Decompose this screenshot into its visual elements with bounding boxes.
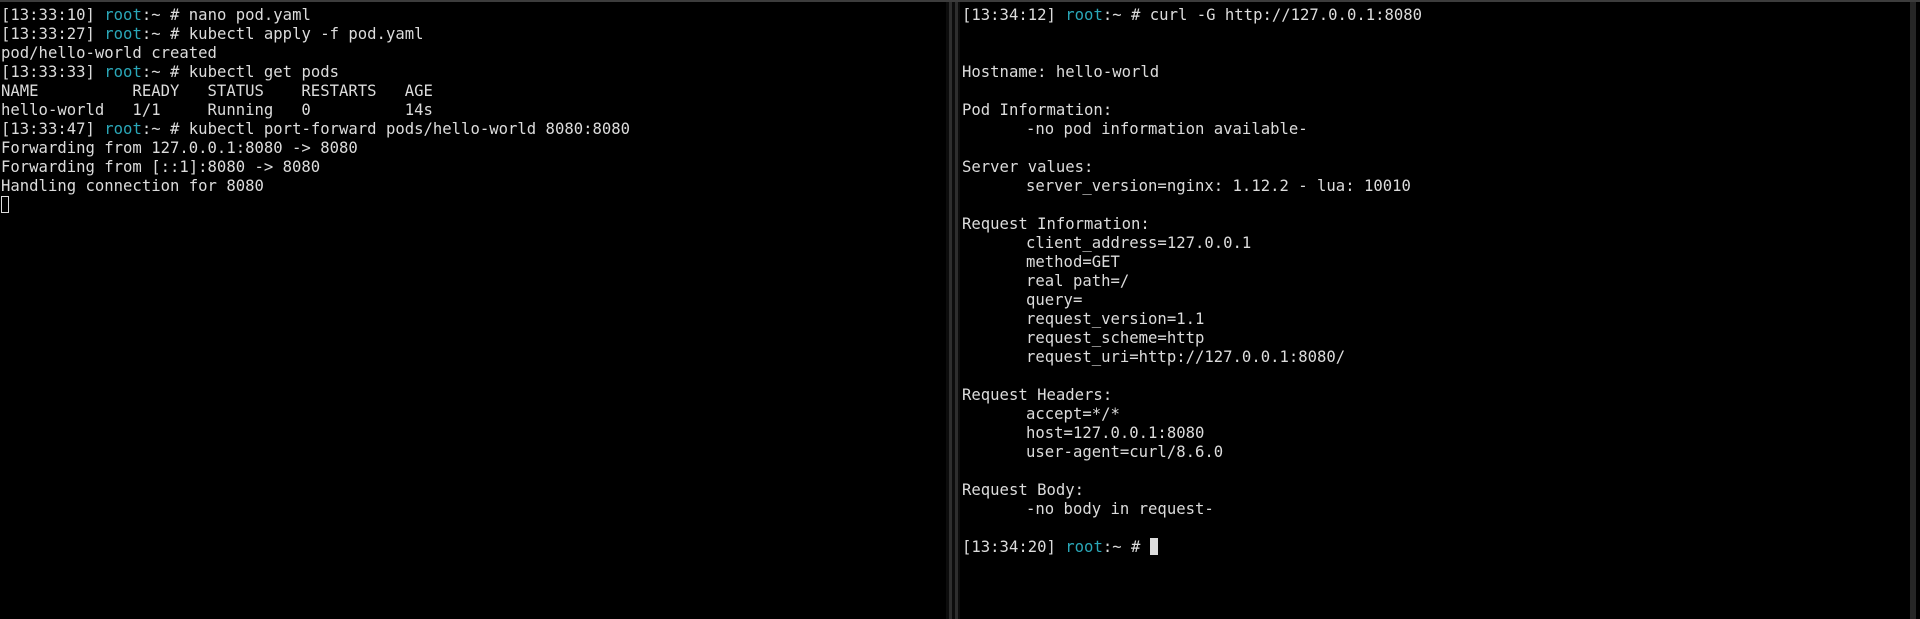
request-info-item: request_uri=http://127.0.0.1:8080/: [1026, 348, 1346, 366]
prompt-line: [13:33:33] root:~ # kubectl get pods: [1, 63, 630, 82]
prompt-line: [13:33:10] root:~ # nano pod.yaml: [1, 6, 630, 25]
prompt-user: root: [1065, 538, 1103, 556]
section-value: request_version=1.1: [962, 310, 1422, 329]
terminal-cursor[interactable]: [1149, 538, 1158, 555]
section-value: real path=/: [962, 272, 1422, 291]
prompt-user: root: [104, 63, 142, 81]
cursor-line: [1, 196, 630, 215]
prompt-separator: :~ #: [1102, 6, 1150, 24]
terminal-pane-left[interactable]: [13:33:10] root:~ # nano pod.yaml [13:33…: [0, 2, 946, 619]
command-text: curl -G http://127.0.0.1:8080: [1149, 6, 1423, 24]
pods-table-header: NAME READY STATUS RESTARTS AGE: [1, 82, 433, 100]
request-info-item: method=GET: [1026, 253, 1120, 271]
prompt-timestamp: [13:33:10]: [1, 6, 95, 24]
section-value: query=: [962, 291, 1422, 310]
section-value: client_address=127.0.0.1: [962, 234, 1422, 253]
pods-table-row: hello-world 1/1 Running 0 14s: [1, 101, 433, 119]
prompt-line: [13:34:12] root:~ # curl -G http://127.0…: [962, 6, 1422, 25]
hostname-line: Hostname: hello-world: [962, 63, 1160, 81]
section-value: accept=*/*: [962, 405, 1422, 424]
section-value: server_version=nginx: 1.12.2 - lua: 1001…: [962, 177, 1422, 196]
section-header: Server values:: [962, 158, 1094, 176]
section-value: method=GET: [962, 253, 1422, 272]
terminal-cursor[interactable]: [1, 196, 9, 213]
command-text: nano pod.yaml: [188, 6, 311, 24]
section-value: -no pod information available-: [962, 120, 1422, 139]
section-value: host=127.0.0.1:8080: [962, 424, 1422, 443]
server-version-value: server_version=nginx: 1.12.2 - lua: 1001…: [1026, 177, 1411, 195]
prompt-separator: :~ #: [141, 6, 189, 24]
prompt-line: [13:33:47] root:~ # kubectl port-forward…: [1, 120, 630, 139]
command-text: kubectl get pods: [188, 63, 340, 81]
terminal-output-left: [13:33:10] root:~ # nano pod.yaml [13:33…: [1, 6, 630, 215]
command-text: kubectl apply -f pod.yaml: [188, 25, 424, 43]
prompt-timestamp: [13:34:20]: [962, 538, 1056, 556]
terminal-pane-right[interactable]: [13:34:12] root:~ # curl -G http://127.0…: [960, 2, 1910, 619]
request-info-item: real path=/: [1026, 272, 1130, 290]
section-value: user-agent=curl/8.6.0: [962, 443, 1422, 462]
section-value: -no body in request-: [962, 500, 1422, 519]
command-text: kubectl port-forward pods/hello-world 80…: [188, 120, 631, 138]
prompt-user: root: [104, 25, 142, 43]
request-header-item: accept=*/*: [1026, 405, 1120, 423]
output-line: Forwarding from [::1]:8080 -> 8080: [1, 158, 321, 176]
request-info-item: client_address=127.0.0.1: [1026, 234, 1252, 252]
prompt-user: root: [1065, 6, 1103, 24]
prompt-line: [13:34:20] root:~ #: [962, 538, 1422, 557]
request-info-item: request_scheme=http: [1026, 329, 1205, 347]
section-header: Request Headers:: [962, 386, 1113, 404]
output-line: Handling connection for 8080: [1, 177, 264, 195]
output-line: Forwarding from 127.0.0.1:8080 -> 8080: [1, 139, 358, 157]
section-value: request_scheme=http: [962, 329, 1422, 348]
pod-info-value: -no pod information available-: [1026, 120, 1308, 138]
section-header: Request Body:: [962, 481, 1085, 499]
request-body-value: -no body in request-: [1026, 500, 1214, 518]
section-header: Request Information:: [962, 215, 1150, 233]
prompt-separator: :~ #: [141, 120, 189, 138]
prompt-timestamp: [13:33:47]: [1, 120, 95, 138]
prompt-timestamp: [13:34:12]: [962, 6, 1056, 24]
request-header-item: host=127.0.0.1:8080: [1026, 424, 1205, 442]
section-value: request_uri=http://127.0.0.1:8080/: [962, 348, 1422, 367]
prompt-user: root: [104, 120, 142, 138]
prompt-line: [13:33:27] root:~ # kubectl apply -f pod…: [1, 25, 630, 44]
prompt-separator: :~ #: [141, 25, 189, 43]
pane-splitter[interactable]: [946, 2, 960, 619]
prompt-timestamp: [13:33:27]: [1, 25, 95, 43]
section-header: Pod Information:: [962, 101, 1113, 119]
prompt-separator: :~ #: [141, 63, 189, 81]
output-line: pod/hello-world created: [1, 44, 217, 62]
request-header-item: user-agent=curl/8.6.0: [1026, 443, 1224, 461]
request-info-item: request_version=1.1: [1026, 310, 1205, 328]
prompt-timestamp: [13:33:33]: [1, 63, 95, 81]
terminal-output-right: [13:34:12] root:~ # curl -G http://127.0…: [962, 6, 1422, 557]
request-info-item: query=: [1026, 291, 1083, 309]
prompt-user: root: [104, 6, 142, 24]
right-edge-scrollbar[interactable]: [1910, 2, 1916, 619]
prompt-separator: :~ #: [1102, 538, 1150, 556]
